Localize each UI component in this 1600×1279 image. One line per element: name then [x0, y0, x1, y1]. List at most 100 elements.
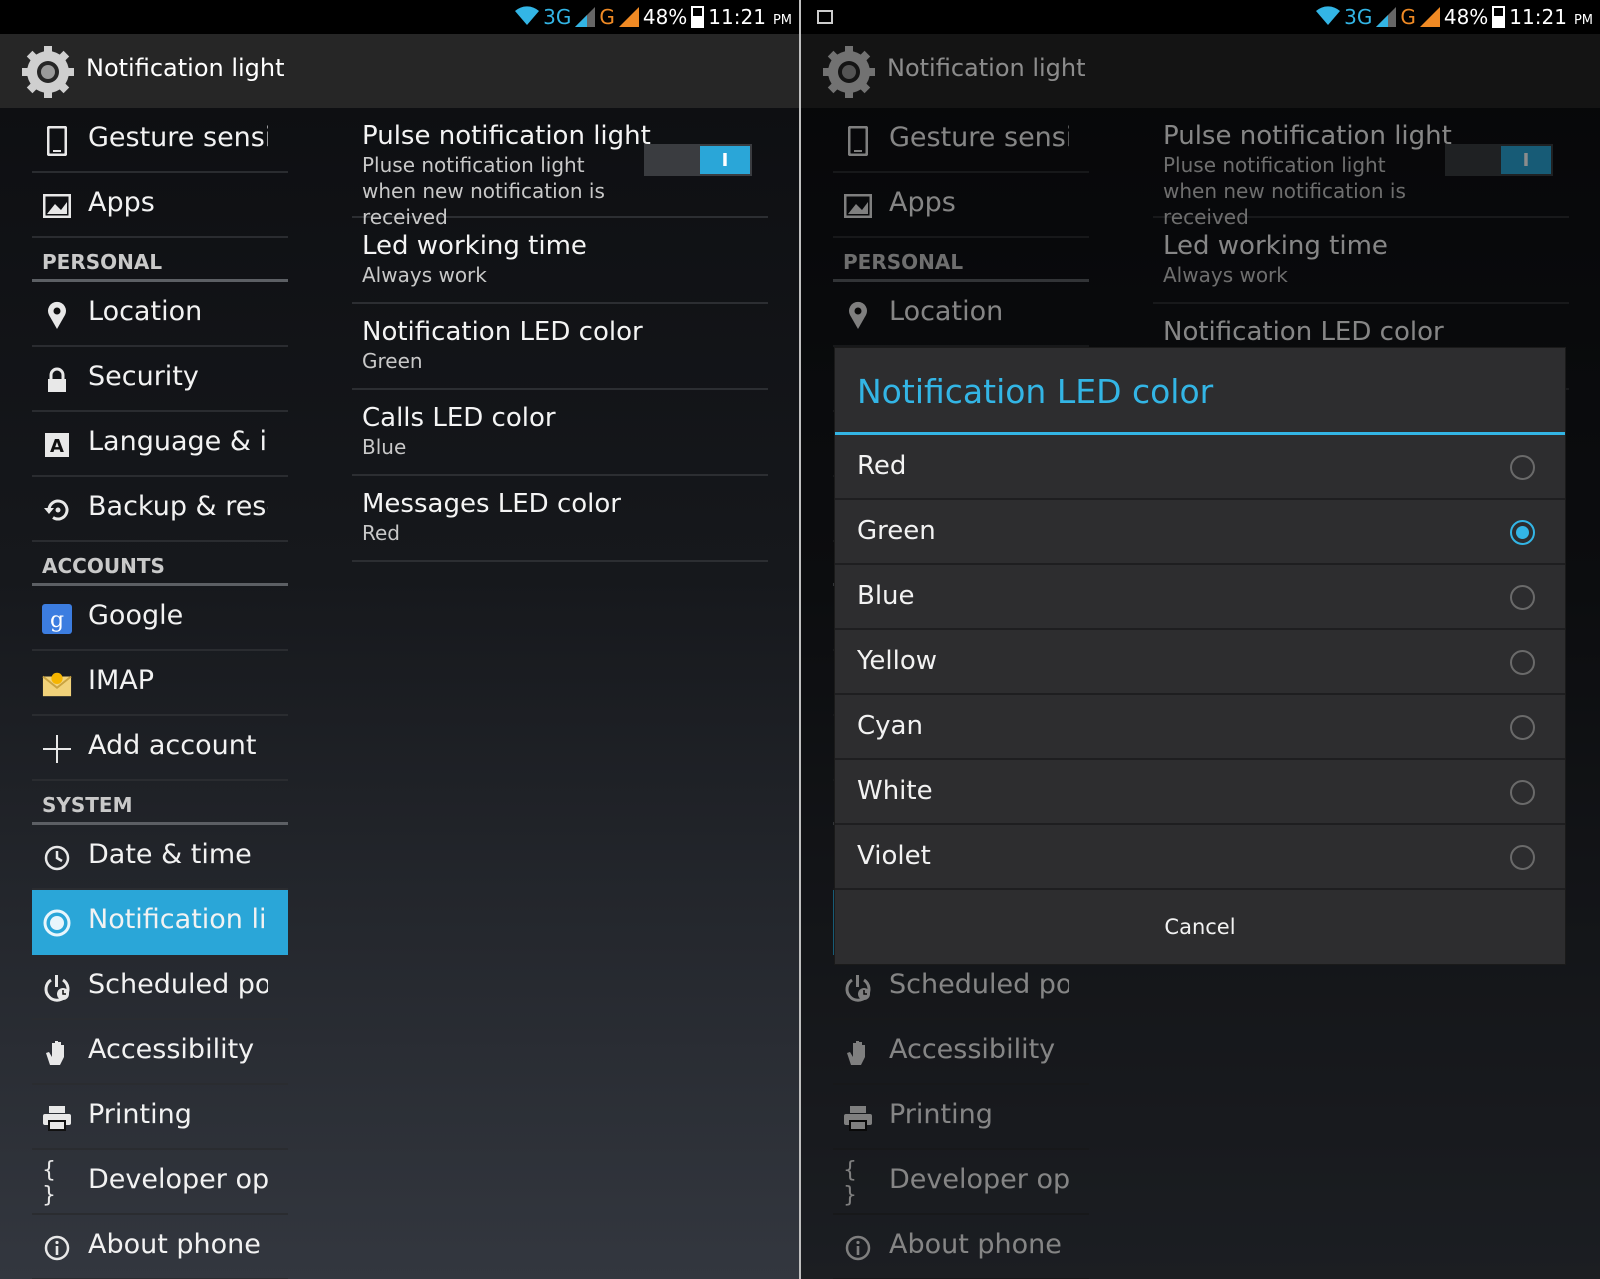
radio-button[interactable]: [1510, 715, 1535, 740]
svg-text:A: A: [50, 436, 64, 457]
svg-text:g: g: [50, 608, 64, 633]
pref-led-working-time[interactable]: Led working time Always work: [352, 218, 768, 304]
sidebar-item-developer[interactable]: { } Developer opti: [32, 1150, 288, 1215]
option-cyan[interactable]: Cyan: [835, 695, 1565, 760]
pref-summary: Blue: [362, 435, 407, 459]
sidebar-item-scheduled-power[interactable]: Scheduled pov: [833, 955, 1089, 1020]
pref-title: Calls LED color: [362, 403, 556, 433]
option-label: Violet: [857, 841, 931, 871]
option-violet[interactable]: Violet: [835, 825, 1565, 890]
phone-icon: [42, 126, 72, 156]
color-option-list: Red Green Blue Yellow Cyan White Violet: [835, 435, 1565, 890]
sidebar-item-apps[interactable]: Apps: [32, 173, 288, 238]
pref-title: Messages LED color: [362, 489, 621, 519]
pref-pulse-notification-light[interactable]: Pulse notification light Pluse notificat…: [1153, 108, 1569, 229]
page-title: Notification light: [887, 54, 1086, 82]
dialog-title: Notification LED color: [857, 372, 1214, 411]
sidebar-item-about[interactable]: About phone: [833, 1215, 1089, 1279]
option-label: Red: [857, 451, 907, 481]
section-header-accounts: ACCOUNTS: [32, 542, 288, 586]
sidebar-item-label: Google: [88, 600, 184, 631]
battery-percent: 48%: [642, 5, 688, 29]
sidebar-item-label: Date & time: [88, 839, 252, 870]
sidebar-item-location[interactable]: Location: [833, 282, 1089, 347]
option-label: White: [857, 776, 933, 806]
option-red[interactable]: Red: [835, 435, 1565, 500]
clock-icon: [42, 843, 72, 873]
sidebar-item-imap[interactable]: IMAP: [32, 651, 288, 716]
option-green[interactable]: Green: [835, 500, 1565, 565]
pref-messages-led-color[interactable]: Messages LED color Red: [352, 476, 768, 562]
status-bar: 3G G 48% 11:21 PM: [801, 0, 1600, 34]
section-header-label: ACCOUNTS: [42, 554, 165, 578]
section-header-system: SYSTEM: [32, 781, 288, 825]
radio-button[interactable]: [1510, 455, 1535, 480]
pref-pulse-notification-light[interactable]: Pulse notification light Pluse notificat…: [352, 108, 768, 229]
location-pin-icon: [42, 300, 72, 330]
clock-ampm: PM: [1573, 12, 1593, 28]
sidebar-item-label: Developer opti: [88, 1164, 268, 1195]
pulse-toggle-switch[interactable]: I: [1445, 144, 1553, 176]
pref-led-working-time[interactable]: Led working time Always work: [1153, 218, 1569, 304]
pref-summary: Always work: [1163, 263, 1288, 287]
pref-summary: Red: [362, 521, 400, 545]
sidebar-item-backup[interactable]: Backup & rese: [32, 477, 288, 542]
pref-calls-led-color[interactable]: Calls LED color Blue: [352, 390, 768, 476]
sidebar-item-gesture[interactable]: Gesture sensir: [32, 108, 288, 173]
pulse-toggle-switch[interactable]: I: [644, 144, 752, 176]
sidebar-item-label: Gesture sensir: [889, 122, 1069, 153]
printer-icon: [843, 1103, 873, 1133]
settings-gear-icon[interactable]: [819, 42, 879, 102]
sidebar-item-language[interactable]: A Language & in|: [32, 412, 288, 477]
sidebar-item-google[interactable]: g Google: [32, 586, 288, 651]
sidebar-item-printing[interactable]: Printing: [32, 1085, 288, 1150]
action-bar: Notification light: [801, 34, 1600, 108]
cancel-button[interactable]: Cancel: [835, 890, 1565, 964]
sidebar-item-label: Apps: [88, 187, 155, 218]
radio-button[interactable]: [1510, 780, 1535, 805]
pref-title: Notification LED color: [1163, 317, 1444, 347]
sidebar-item-about[interactable]: About phone: [32, 1215, 288, 1279]
pref-summary: Green: [362, 349, 423, 373]
settings-gear-icon[interactable]: [18, 42, 78, 102]
sidebar-item-label: Security: [88, 361, 199, 392]
sidebar-item-location[interactable]: Location: [32, 282, 288, 347]
clock-time: 11:21: [1509, 5, 1567, 29]
sidebar-item-accessibility[interactable]: Accessibility: [833, 1020, 1089, 1085]
option-blue[interactable]: Blue: [835, 565, 1565, 630]
status-bar: 3G G 48% 11:21 PM: [0, 0, 800, 34]
network-type-label: 3G: [1344, 5, 1373, 29]
action-bar: Notification light: [0, 34, 800, 108]
braces-icon: { }: [843, 1158, 857, 1208]
pref-notification-led-color[interactable]: Notification LED color Green: [352, 304, 768, 390]
sidebar-item-label: Accessibility: [889, 1034, 1056, 1065]
sidebar-item-security[interactable]: Security: [32, 347, 288, 412]
section-header-label: SYSTEM: [42, 793, 133, 817]
signal-icon-2: [1419, 7, 1440, 27]
sidebar-item-label: Developer opti: [889, 1164, 1069, 1195]
sidebar-item-date-time[interactable]: Date & time: [32, 825, 288, 890]
sidebar-item-add-account[interactable]: Add account: [32, 716, 288, 781]
mail-icon: [42, 669, 72, 699]
sidebar-item-label: About phone: [88, 1229, 261, 1260]
radio-button[interactable]: [1510, 845, 1535, 870]
sidebar-item-scheduled-power[interactable]: Scheduled pov: [32, 955, 288, 1020]
sidebar-item-printing[interactable]: Printing: [833, 1085, 1089, 1150]
radio-button-selected[interactable]: [1510, 520, 1535, 545]
pref-title: Led working time: [1163, 231, 1388, 261]
google-icon: g: [42, 604, 72, 634]
pref-title: Notification LED color: [362, 317, 643, 347]
option-white[interactable]: White: [835, 760, 1565, 825]
option-label: Yellow: [857, 646, 938, 676]
option-yellow[interactable]: Yellow: [835, 630, 1565, 695]
sidebar-item-label: Backup & rese: [88, 491, 268, 522]
sidebar-item-developer[interactable]: { } Developer opti: [833, 1150, 1089, 1215]
radio-button[interactable]: [1510, 650, 1535, 675]
sidebar-item-accessibility[interactable]: Accessibility: [32, 1020, 288, 1085]
battery-icon: [1492, 6, 1506, 28]
sidebar-item-apps[interactable]: Apps: [833, 173, 1089, 238]
sidebar-item-notification-light[interactable]: Notification lig: [32, 890, 288, 955]
sidebar-item-gesture[interactable]: Gesture sensir: [833, 108, 1089, 173]
radio-button[interactable]: [1510, 585, 1535, 610]
sidebar-item-label: Notification lig: [88, 904, 268, 935]
